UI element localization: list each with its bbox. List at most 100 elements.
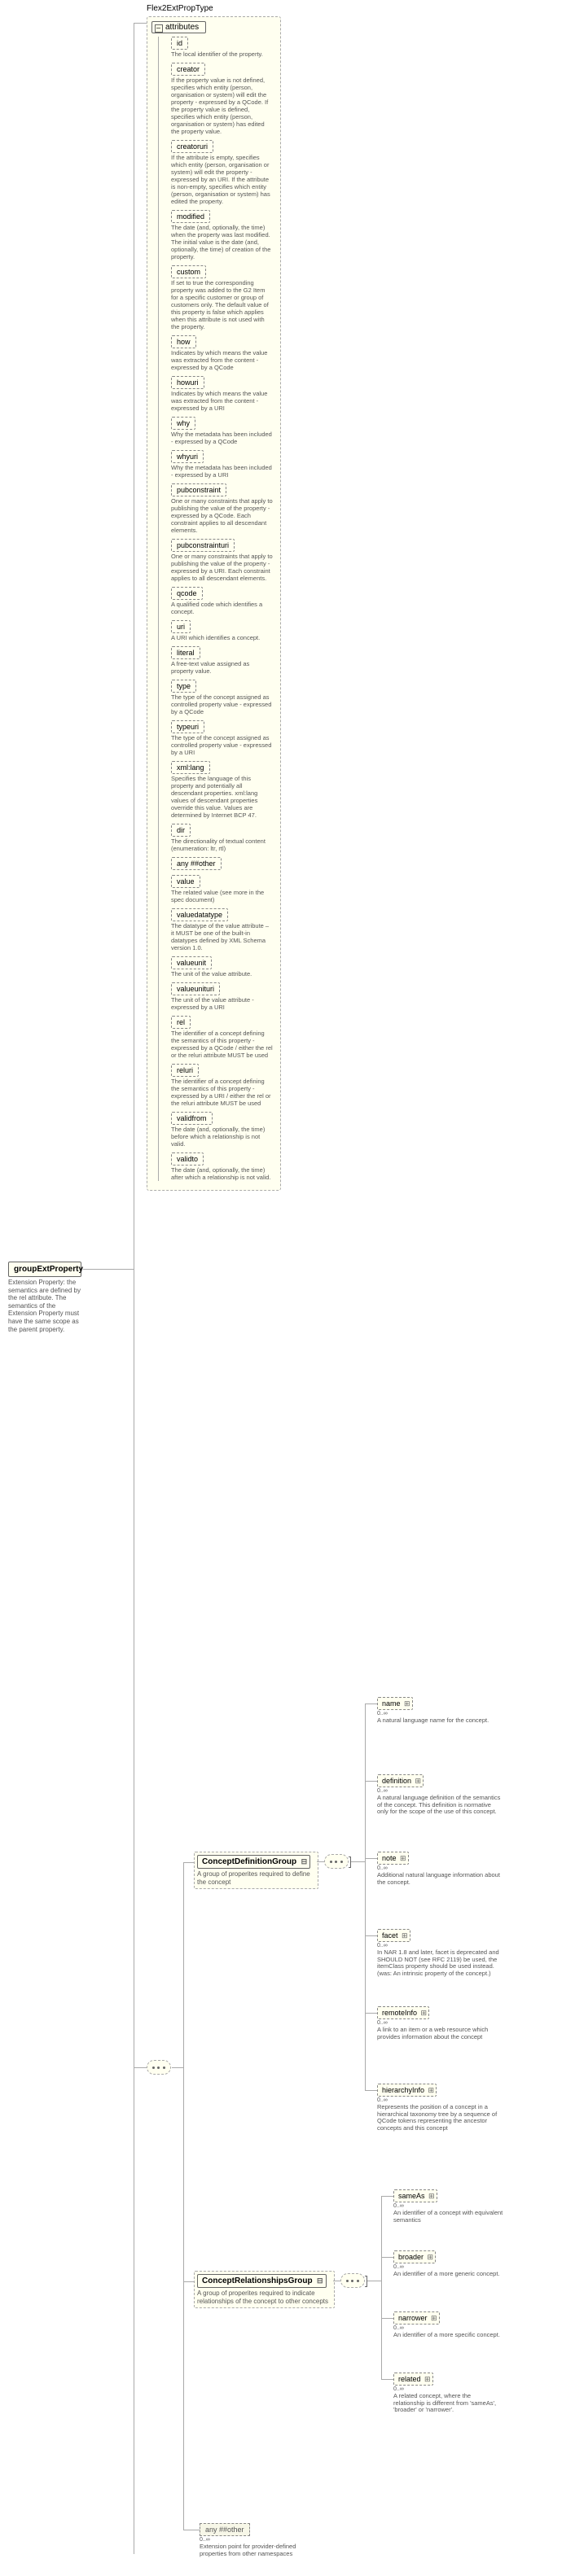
group-desc: A group of properites required to define… <box>197 1870 315 1886</box>
occurrence: 0..∞ <box>377 1943 503 1948</box>
element-name[interactable]: broader <box>393 2250 436 2263</box>
attribute-item: valueunituriThe unit of the value attrib… <box>171 982 276 1011</box>
attribute-desc: If set to true the corresponding propert… <box>171 279 273 330</box>
connector <box>134 23 147 24</box>
attribute-name: creatoruri <box>171 140 213 153</box>
attribute-item: whyWhy the metadata has been included - … <box>171 417 276 445</box>
element-name[interactable]: related <box>393 2373 433 2386</box>
group-title[interactable]: ConceptDefinitionGroup <box>197 1855 310 1869</box>
attribute-desc: The date (and, optionally, the time) aft… <box>171 1166 273 1181</box>
root-element-label: groupExtProperty <box>8 1262 81 1277</box>
schema-element: broader0..∞An identifier of a more gener… <box>393 2250 503 2278</box>
connector <box>351 1861 365 1862</box>
attribute-desc: The date (and, optionally, the time) whe… <box>171 224 273 260</box>
attribute-item: validtoThe date (and, optionally, the ti… <box>171 1152 276 1181</box>
element-desc: An identifier of a more generic concept. <box>393 2271 503 2278</box>
element-desc: In NAR 1.8 and later, facet is deprecate… <box>377 1949 503 1978</box>
attribute-name: xml:lang <box>171 761 210 774</box>
attribute-desc: The unit of the value attribute. <box>171 970 273 977</box>
connector <box>83 1269 134 1270</box>
connector <box>183 2281 194 2282</box>
attribute-item: valueunitThe unit of the value attribute… <box>171 956 276 977</box>
attribute-name: valuedatatype <box>171 908 228 921</box>
group-title[interactable]: ConceptRelationshipsGroup <box>197 2274 327 2288</box>
attribute-name: value <box>171 875 200 888</box>
attribute-name: how <box>171 335 196 348</box>
attribute-desc: The related value (see more in the spec … <box>171 889 273 903</box>
element-name[interactable]: definition <box>377 1774 424 1787</box>
connector <box>365 1703 377 1704</box>
occurrence: 0..∞ <box>377 2097 503 2103</box>
sequence-compositor <box>324 1854 349 1869</box>
attribute-name: pubconstrainturi <box>171 539 235 552</box>
attribute-name: validfrom <box>171 1112 213 1125</box>
attribute-desc: The identifier of a concept defining the… <box>171 1078 273 1107</box>
occurrence: 0..∞ <box>377 1711 503 1717</box>
attribute-item: dirThe directionality of textual content… <box>171 824 276 852</box>
attribute-desc: The identifier of a concept defining the… <box>171 1030 273 1059</box>
element-name[interactable]: narrower <box>393 2311 440 2325</box>
attribute-name: pubconstraint <box>171 483 226 496</box>
connector <box>365 1935 377 1936</box>
attribute-item: xml:langSpecifies the language of this p… <box>171 761 276 819</box>
element-desc: A natural language definition of the sem… <box>377 1795 503 1816</box>
attribute-desc: The date (and, optionally, the time) bef… <box>171 1126 273 1148</box>
attribute-desc: If the property value is not defined, sp… <box>171 77 273 135</box>
attribute-desc: Indicates by which means the value was e… <box>171 349 273 371</box>
attribute-item: any ##other <box>171 857 276 870</box>
element-name[interactable]: remoteInfo <box>377 2006 429 2019</box>
element-name[interactable]: hierarchyInfo <box>377 2084 437 2097</box>
any-desc: Extension point for provider-defined pro… <box>200 2543 297 2557</box>
schema-element: note0..∞Additional natural language info… <box>377 1852 503 1886</box>
attribute-desc: The unit of the value attribute - expres… <box>171 996 273 1011</box>
attribute-item: literalA free-text value assigned as pro… <box>171 646 276 675</box>
attribute-item: valueThe related value (see more in the … <box>171 875 276 903</box>
connector <box>183 1862 194 1863</box>
attribute-item: validfromThe date (and, optionally, the … <box>171 1112 276 1148</box>
schema-element: sameAs0..∞An identifier of a concept wit… <box>393 2189 503 2224</box>
element-name[interactable]: name <box>377 1697 413 1710</box>
attribute-item: modifiedThe date (and, optionally, the t… <box>171 210 276 260</box>
element-name[interactable]: sameAs <box>393 2189 437 2202</box>
concept-relationships-group: ConceptRelationshipsGroup A group of pro… <box>194 2271 335 2308</box>
attribute-desc: A free-text value assigned as property v… <box>171 660 273 675</box>
attribute-desc: Why the metadata has been included - exp… <box>171 431 273 445</box>
connector <box>172 2067 183 2068</box>
attribute-desc: If the attribute is empty, specifies whi… <box>171 154 273 205</box>
concept-definition-group: ConceptDefinitionGroup A group of proper… <box>194 1852 318 1889</box>
schema-element: name0..∞A natural language name for the … <box>377 1697 503 1725</box>
element-desc: A related concept, where the relationshi… <box>393 2393 503 2414</box>
attributes-list: idThe local identifier of the property. c… <box>158 37 276 1181</box>
attribute-desc: One or many constraints that apply to pu… <box>171 497 273 534</box>
attribute-desc: A URI which identifies a concept. <box>171 634 273 641</box>
attribute-item: typeThe type of the concept assigned as … <box>171 680 276 715</box>
attribute-name: id <box>171 37 188 50</box>
attribute-desc: One or many constraints that apply to pu… <box>171 553 273 582</box>
connector <box>381 2257 393 2258</box>
attribute-item: uriA URI which identifies a concept. <box>171 620 276 641</box>
attribute-name: qcode <box>171 587 203 600</box>
attribute-item: howuriIndicates by which means the value… <box>171 376 276 412</box>
attribute-name: dir <box>171 824 191 837</box>
attribute-name: howuri <box>171 376 204 389</box>
occurrence: 0..∞ <box>377 1865 503 1871</box>
root-element-desc: Extension Property: the semantics are de… <box>8 1279 81 1333</box>
connector <box>183 1862 184 2530</box>
attributes-header[interactable]: attributes <box>151 21 206 33</box>
attribute-name: whyuri <box>171 450 204 463</box>
compositor-stack-icon <box>365 2276 367 2287</box>
element-name[interactable]: facet <box>377 1929 410 1942</box>
attribute-item: pubconstraintOne or many constraints tha… <box>171 483 276 534</box>
schema-element: facet0..∞In NAR 1.8 and later, facet is … <box>377 1929 503 1978</box>
root-type-label: Flex2ExtPropType <box>147 4 213 13</box>
element-desc: Additional natural language information … <box>377 1872 503 1886</box>
attribute-item: reluriThe identifier of a concept defini… <box>171 1064 276 1107</box>
attribute-name: uri <box>171 620 191 633</box>
attribute-name: reluri <box>171 1064 199 1077</box>
attribute-desc: The type of the concept assigned as cont… <box>171 734 273 756</box>
attribute-item: idThe local identifier of the property. <box>171 37 276 58</box>
attribute-name: custom <box>171 265 206 278</box>
element-name[interactable]: note <box>377 1852 409 1865</box>
attribute-item: whyuriWhy the metadata has been included… <box>171 450 276 479</box>
attribute-item: valuedatatypeThe datatype of the value a… <box>171 908 276 951</box>
